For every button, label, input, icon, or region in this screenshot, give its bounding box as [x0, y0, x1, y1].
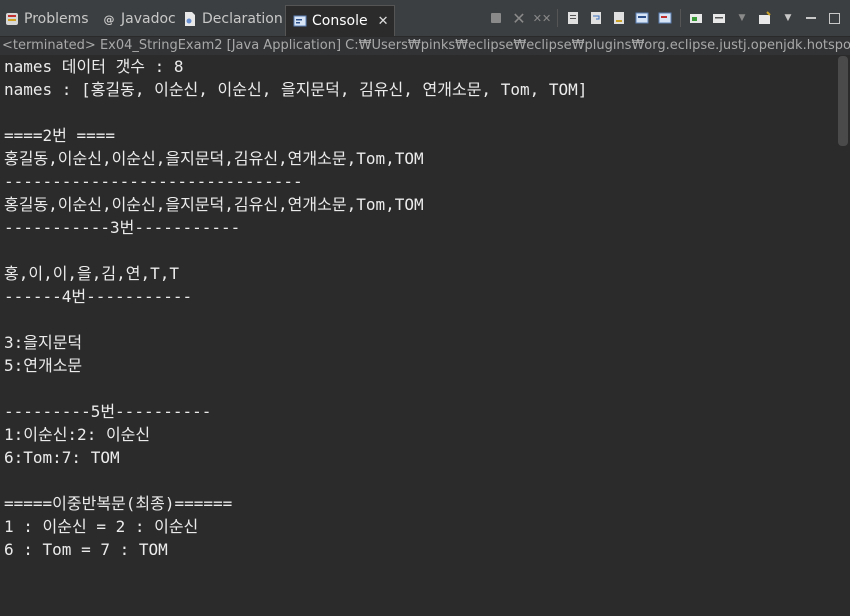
declaration-icon: [182, 11, 198, 27]
toolbar-separator: [680, 9, 681, 27]
console-line: names 데이터 갯수 : 8: [4, 57, 184, 76]
pin-console-icon[interactable]: [657, 10, 673, 26]
console-output[interactable]: names 데이터 갯수 : 8 names : [홍길동, 이순신, 이순신, …: [0, 55, 836, 616]
toolbar-separator: [557, 9, 558, 27]
console-line: ------4번-----------: [4, 287, 193, 306]
console-line: 6 : Tom = 7 : TOM: [4, 540, 168, 559]
tab-label: Problems: [24, 11, 89, 27]
console-line: ====2번 ====: [4, 126, 116, 145]
console-line: 6:Tom:7: TOM: [4, 448, 120, 467]
console-line: -----------3번-----------: [4, 218, 241, 237]
launch-status: <terminated> Ex04_StringExam2 [Java Appl…: [0, 37, 850, 55]
tab-declaration[interactable]: Declaration: [182, 6, 283, 32]
chevron-down-icon[interactable]: ▼: [780, 10, 796, 26]
open-console-icon[interactable]: [757, 10, 773, 26]
chevron-down-icon[interactable]: ▼: [734, 10, 750, 26]
console-line: -------------------------------: [4, 172, 303, 191]
scroll-lock-icon[interactable]: [565, 10, 581, 26]
view-tab-bar: Problems @ Javadoc Declaration Console ✕…: [0, 0, 850, 37]
console-line: names : [홍길동, 이순신, 이순신, 을지문덕, 김유신, 연개소문,…: [4, 80, 588, 99]
remove-launch-icon[interactable]: ✕: [511, 9, 527, 28]
tab-problems[interactable]: Problems: [4, 6, 89, 32]
word-wrap-icon[interactable]: [588, 10, 604, 26]
maximize-icon[interactable]: [826, 10, 842, 26]
show-on-stdout-icon[interactable]: [611, 10, 627, 26]
new-console-icon[interactable]: [711, 10, 727, 26]
tab-label: Javadoc: [121, 11, 176, 27]
tab-label: Console: [312, 13, 368, 29]
scrollbar-thumb[interactable]: [838, 56, 848, 146]
display-console-icon[interactable]: [688, 10, 704, 26]
tab-label: Declaration: [202, 11, 283, 27]
console-icon: [292, 13, 308, 29]
terminate-icon[interactable]: [488, 10, 504, 26]
tab-javadoc[interactable]: @ Javadoc: [101, 6, 176, 32]
console-line: 1 : 이순신 = 2 : 이순신: [4, 517, 199, 536]
tab-console[interactable]: Console ✕: [285, 5, 396, 36]
show-on-stderr-icon[interactable]: [634, 10, 650, 26]
console-toolbar: ✕ ✕✕ ▼ ▼: [481, 8, 842, 28]
console-line: 홍길동,이순신,이순신,을지문덕,김유신,연개소문,Tom,TOM: [4, 149, 424, 168]
console-line: ---------5번----------: [4, 402, 212, 421]
problems-icon: [4, 11, 20, 27]
close-icon[interactable]: ✕: [378, 14, 389, 29]
console-line: =====이중반복문(최종)======: [4, 494, 233, 513]
console-line: 1:이순신:2: 이순신: [4, 425, 151, 444]
remove-all-terminated-icon[interactable]: ✕✕: [533, 10, 551, 26]
console-line: 홍,이,이,을,김,연,T,T: [4, 264, 180, 283]
console-line: 홍길동,이순신,이순신,을지문덕,김유신,연개소문,Tom,TOM: [4, 195, 424, 214]
console-line: 5:연개소문: [4, 356, 83, 375]
console-line: 3:을지문덕: [4, 333, 83, 352]
javadoc-icon: @: [103, 12, 115, 26]
minimize-icon[interactable]: [803, 10, 819, 26]
